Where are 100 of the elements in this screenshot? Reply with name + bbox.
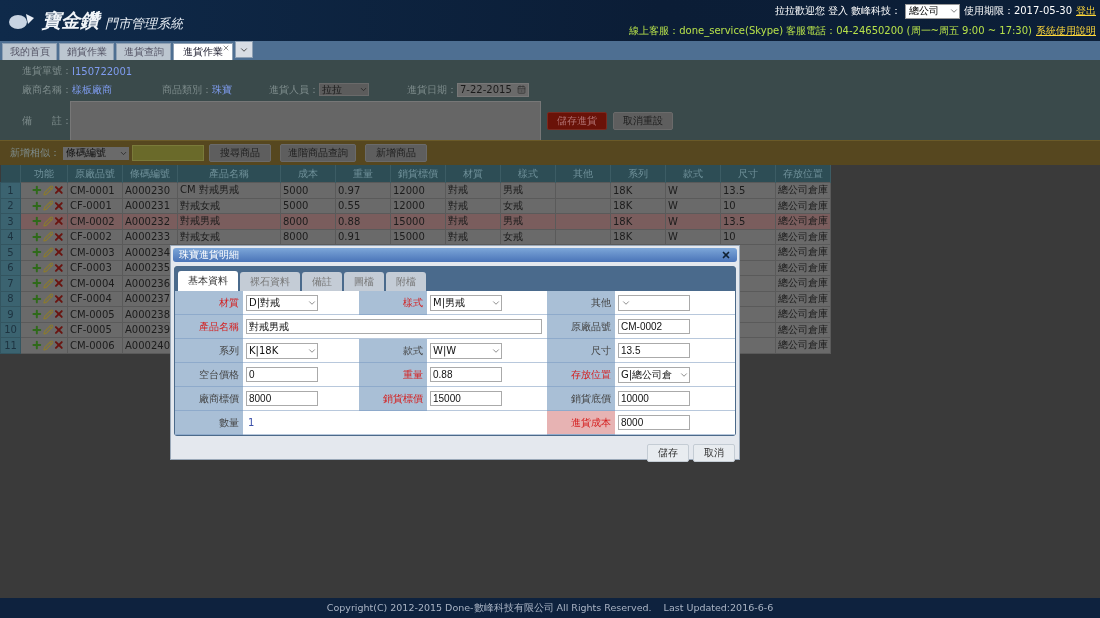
column-header: 其他 [573,167,593,179]
table-cell: 0.55 [335,198,391,214]
input-field[interactable]: 0 [246,367,318,382]
dropdown-button[interactable] [235,41,253,58]
add-icon[interactable] [31,246,43,259]
tab[interactable]: 我的首頁 [2,43,57,60]
delete-icon[interactable] [53,215,65,228]
table-cell: 0.97 [335,182,391,198]
search-field[interactable] [132,145,204,161]
edit-icon[interactable] [42,231,54,243]
tab[interactable]: 進貨作業 [173,43,233,60]
table-cell: 對戒 [445,229,501,245]
delete-icon[interactable] [53,230,65,243]
input-field[interactable]: 0.88 [430,367,502,382]
note-field[interactable] [70,101,541,141]
input-field[interactable]: 8000 [246,391,318,406]
edit-icon[interactable] [42,339,54,351]
add-icon[interactable] [31,292,43,305]
edit-icon[interactable] [42,308,54,320]
table-cell: W [665,229,721,245]
category-value: 珠寶 [212,82,232,97]
field-label: 空台價格 [175,363,243,387]
delete-icon[interactable] [53,339,65,352]
dialog-button[interactable]: 儲存 [647,444,689,462]
edit-icon[interactable] [42,262,54,274]
input-field[interactable]: CM-0002 [618,319,690,334]
close-icon[interactable] [721,250,731,260]
branch-select[interactable]: 總公司 [904,3,960,19]
select-field[interactable]: W|W [430,342,502,359]
table-cell: 女戒 [500,229,556,245]
edit-icon[interactable] [42,324,54,336]
input-field[interactable]: 13.5 [618,343,690,358]
table-cell: 總公司倉庫 [775,213,831,229]
search-type-select[interactable]: 條碼編號 [63,146,129,160]
help-link[interactable]: 系統使用說明 [1036,23,1096,38]
edit-icon[interactable] [42,184,54,196]
add-icon[interactable] [31,308,43,321]
delete-icon[interactable] [53,184,65,197]
support-text: 線上客服：done_service(Skype) 客服電話：04-24650200 (周一~周五 9:00 ~ 17:30) [629,23,1032,38]
add-icon[interactable] [31,261,43,274]
delete-icon[interactable] [53,199,65,212]
edit-icon[interactable] [42,277,54,289]
delete-icon[interactable] [53,277,65,290]
delete-icon[interactable] [53,246,65,259]
table-cell: 總公司倉庫 [775,260,831,276]
dialog-button[interactable]: 取消 [693,444,735,462]
quantity-value: 1 [247,417,255,428]
tab[interactable]: 進貨查詢 [116,43,171,60]
logo-subtitle: 門市管理系統 [105,14,183,33]
add-icon[interactable] [31,339,43,352]
table-cell: W [665,182,721,198]
delete-icon[interactable] [53,308,65,321]
logout-link[interactable]: 登出 [1076,4,1096,18]
add-icon[interactable] [31,230,43,243]
edit-icon[interactable] [42,246,54,258]
column-header: 銷貨標價 [398,167,438,179]
input-field[interactable]: 對戒男戒 [246,319,542,334]
field-label: 其他 [547,291,615,315]
add-icon[interactable] [31,323,43,336]
select-field[interactable]: D|對戒 [246,294,318,311]
select-field[interactable]: M|男戒 [430,294,502,311]
table-cell: CF-0003 [67,260,123,276]
select-field[interactable] [618,294,690,311]
table-cell: 15000 [390,213,446,229]
add-icon[interactable] [31,215,43,228]
dialog-tab[interactable]: 基本資料 [178,271,238,291]
edit-icon[interactable] [42,215,54,227]
input-field[interactable]: 15000 [430,391,502,406]
table-cell: 18K [610,213,666,229]
table-cell: 總公司倉庫 [775,198,831,214]
column-header: 系列 [628,167,648,179]
input-field[interactable]: 8000 [618,415,690,430]
table-cell: 總公司倉庫 [775,244,831,260]
tab[interactable]: 銷貨作業 [59,43,114,60]
greeting-text: 拉拉歡迎您 登入 數峰科技： [774,4,901,18]
edit-icon[interactable] [42,200,54,212]
table-cell: A000231 [122,198,178,214]
delete-icon[interactable] [53,292,65,305]
column-header: 樣式 [518,167,538,179]
caret-icon [948,6,959,16]
select-field[interactable]: K|18K [246,342,318,359]
table-cell: CM-0004 [67,275,123,291]
table-cell: 0.91 [335,229,391,245]
input-field[interactable]: 10000 [618,391,690,406]
edit-icon[interactable] [42,293,54,305]
table-cell: CM-0001 [67,182,123,198]
add-icon[interactable] [31,199,43,212]
field-label: 存放位置 [547,363,615,387]
field-label: 重量 [359,363,427,387]
table-cell: 對戒女戒 [177,198,281,214]
table-cell: 總公司倉庫 [775,337,831,353]
select-field[interactable]: G|總公司倉 [618,366,690,383]
close-icon[interactable] [222,44,230,52]
table-cell: 13.5 [720,213,776,229]
add-icon[interactable] [31,184,43,197]
field-label: 系列 [175,339,243,363]
calendar-icon[interactable] [517,85,526,94]
delete-icon[interactable] [53,323,65,336]
delete-icon[interactable] [53,261,65,274]
add-icon[interactable] [31,277,43,290]
